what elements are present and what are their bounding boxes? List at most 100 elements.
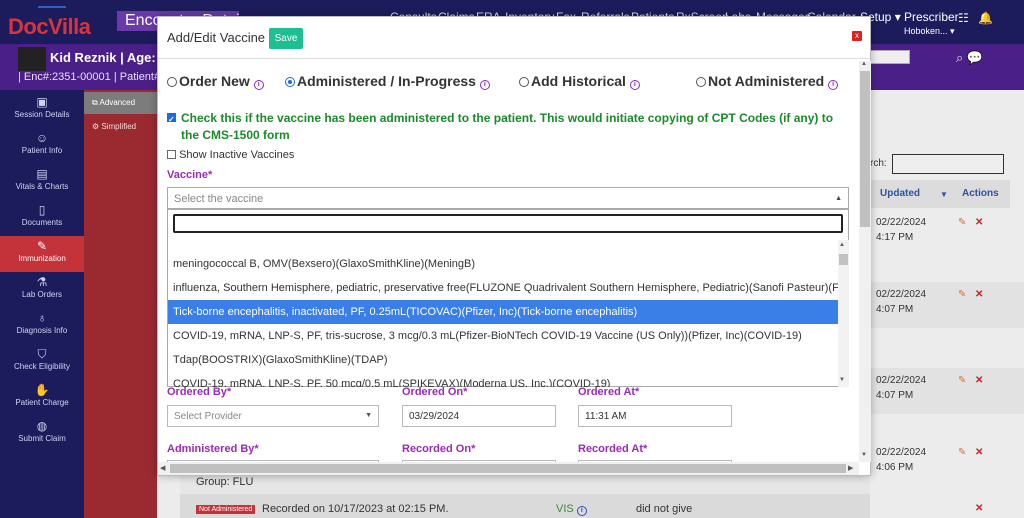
radio-button[interactable] (696, 77, 706, 87)
subpanel-item-advanced[interactable]: ⧉ Advanced (84, 92, 157, 114)
delete-icon[interactable]: ✕ (975, 288, 983, 302)
sidebar-item-label: Check Eligibility (13, 362, 71, 371)
sidebar-item-lab-orders[interactable]: ⚗ Lab Orders (0, 272, 84, 308)
vaccine-placeholder: Select the vaccine (174, 193, 264, 205)
sidebar-item-label: Diagnosis Info (16, 326, 68, 335)
show-inactive-label: Show Inactive Vaccines (179, 149, 295, 161)
scroll-thumb[interactable] (839, 254, 848, 265)
sidebar-item-label: Submit Claim (18, 434, 66, 443)
radio-label: Add Historical (531, 73, 626, 89)
radio-not-administered[interactable]: Not Administered i (696, 73, 839, 90)
delete-icon[interactable]: ✕ (975, 446, 983, 460)
dropdown-option[interactable]: influenza, Southern Hemisphere, pediatri… (168, 276, 838, 300)
logo-doc-text: Doc (8, 14, 49, 39)
scroll-thumb[interactable] (170, 464, 846, 473)
subpanel-item-label: Simplified (101, 122, 137, 131)
info-icon[interactable]: i (576, 506, 587, 516)
list-check-icon[interactable]: ☷ (958, 11, 969, 25)
sidebar-item-label: Patient Info (21, 146, 63, 155)
sidebar-item-patient-charge[interactable]: ✋ Patient Charge (0, 380, 84, 416)
chat-icons[interactable]: ⌕ 💬 (956, 50, 983, 66)
ordered-on-input[interactable]: 03/29/2024 (402, 405, 556, 427)
dropdown-option[interactable]: Tdap(BOOSTRIX)(GlaxoSmithKline)(TDAP) (168, 348, 838, 372)
info-icon[interactable]: i (629, 80, 640, 90)
scroll-up-icon[interactable]: ▲ (839, 242, 845, 248)
scroll-down-icon[interactable]: ▼ (839, 377, 845, 383)
dropdown-search-input[interactable] (173, 214, 843, 233)
scroll-thumb[interactable] (860, 71, 870, 227)
table-search-input[interactable] (892, 154, 1004, 174)
ordered-at-input[interactable]: 11:31 AM (578, 405, 732, 427)
sidebar-item-patient-info[interactable]: ☺ Patient Info (0, 128, 84, 164)
edit-icon[interactable]: ✎ (958, 216, 966, 230)
header-actions: Actions (962, 188, 999, 199)
vaccine-select[interactable]: Select the vaccine ▲ (167, 187, 849, 209)
show-inactive-row[interactable]: Show Inactive Vaccines (167, 149, 294, 161)
vis-label: VIS (556, 503, 574, 515)
scroll-left-icon[interactable]: ◀ (160, 464, 165, 472)
show-inactive-checkbox[interactable] (167, 150, 176, 159)
reason-text: did not give (636, 503, 693, 515)
radio-add-historical[interactable]: Add Historical i (519, 73, 640, 90)
ordered-by-select[interactable]: Select Provider ▼ (167, 405, 379, 427)
info-icon[interactable]: i (253, 80, 264, 90)
sidebar-item-session-details[interactable]: ▣ Session Details (0, 92, 84, 128)
patient-encounter-info: | Enc#:2351-00001 | Patient#:1 (18, 71, 170, 83)
dropdown-option-selected[interactable]: Tick-borne encephalitis, inactivated, PF… (168, 300, 838, 324)
header-updated[interactable]: Updated (880, 188, 920, 199)
add-edit-vaccine-modal: Add/Edit Vaccine Save x Order New i Admi… (157, 16, 871, 476)
radio-administered[interactable]: Administered / In-Progress i (285, 73, 490, 90)
bell-icon[interactable]: 🔔 (978, 11, 993, 25)
save-button[interactable]: Save (269, 28, 303, 49)
administered-checkbox-row[interactable]: Check this if the vaccine has been admin… (167, 110, 837, 144)
sidebar-item-label: Lab Orders (21, 290, 63, 299)
docvilla-logo[interactable]: DocVilla (8, 14, 91, 40)
administered-checkbox[interactable] (167, 111, 176, 128)
sidebar-item-check-eligibility[interactable]: ⛉ Check Eligibility (0, 344, 84, 380)
delete-icon[interactable]: ✕ (975, 216, 983, 230)
clipboard-icon: ▣ (36, 95, 48, 109)
table-row: 02/22/2024 4:07 PM ✎ ✕ (870, 288, 1024, 320)
radio-button[interactable] (167, 77, 177, 87)
dropdown-option[interactable]: meningococcal B, OMV(Bexsero)(GlaxoSmith… (168, 252, 838, 276)
person-icon: ☺ (35, 131, 49, 145)
info-icon[interactable]: i (479, 80, 490, 90)
sidebar-item-submit-claim[interactable]: ◍ Submit Claim (0, 416, 84, 452)
patient-avatar (18, 47, 46, 71)
dropdown-option[interactable]: COVID-19, mRNA, LNP-S, PF, 50 mcg/0.5 mL… (168, 372, 838, 387)
administered-note-text: Check this if the vaccine has been admin… (181, 111, 834, 142)
vis-link[interactable]: VIS i (556, 503, 587, 516)
modal-horizontal-scrollbar[interactable]: ◀ ▶ (158, 462, 859, 475)
hand-dollar-icon: ✋ (34, 383, 50, 397)
layers-icon: ⧉ (92, 98, 100, 107)
edit-icon[interactable]: ✎ (958, 374, 966, 388)
shield-check-icon: ⛉ (37, 347, 47, 361)
row-time: 4:07 PM (876, 304, 914, 315)
sidebar-item-immunization[interactable]: ✎ Immunization (0, 236, 84, 272)
info-icon[interactable]: i (828, 80, 839, 90)
close-icon[interactable]: x (852, 31, 862, 41)
dropdown-scrollbar[interactable]: ▲ ▼ (838, 240, 849, 387)
sidebar-item-diagnosis-info[interactable]: ♁ Diagnosis Info (0, 308, 84, 344)
dropdown-option[interactable]: COVID-19, mRNA, LNP-S, PF, tris-sucrose,… (168, 324, 838, 348)
recorded-text: Recorded on 10/17/2023 at 02:15 PM. (262, 503, 449, 515)
scroll-down-icon[interactable]: ▼ (861, 452, 867, 458)
edit-icon[interactable]: ✎ (958, 446, 966, 460)
user-role[interactable]: Prescriber (904, 10, 959, 24)
scroll-up-icon[interactable]: ▲ (861, 61, 867, 67)
location-selector[interactable]: Hoboken... ▾ (904, 26, 955, 37)
scroll-right-icon[interactable]: ▶ (848, 464, 853, 472)
sort-down-icon[interactable]: ▼ (940, 190, 948, 199)
sidebar-item-label: Session Details (14, 110, 70, 119)
edit-icon[interactable]: ✎ (958, 288, 966, 302)
radio-order-new[interactable]: Order New i (167, 73, 264, 90)
sidebar-item-documents[interactable]: ▯ Documents (0, 200, 84, 236)
delete-icon[interactable]: ✕ (975, 374, 983, 388)
delete-icon[interactable]: ✕ (975, 503, 983, 514)
modal-vertical-scrollbar[interactable]: ▲ ▼ (859, 61, 871, 462)
subpanel-item-simplified[interactable]: ⚙ Simplified (84, 116, 157, 138)
sidebar-item-vitals-charts[interactable]: ▤ Vitals & Charts (0, 164, 84, 200)
radio-button[interactable] (285, 77, 295, 87)
radio-button[interactable] (519, 77, 529, 87)
row-date: 02/22/2024 (876, 447, 927, 458)
